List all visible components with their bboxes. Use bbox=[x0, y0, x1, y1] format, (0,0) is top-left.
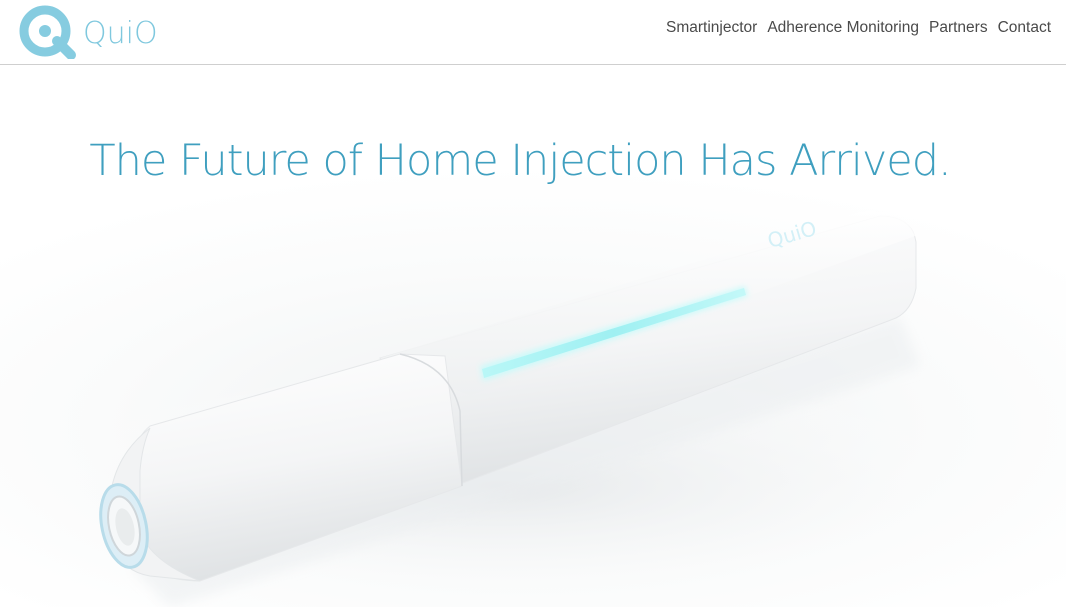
site-header: QuiO Smartinjector Adherence Monitoring … bbox=[0, 0, 1066, 65]
main-nav: Smartinjector Adherence Monitoring Partn… bbox=[666, 19, 1051, 37]
logo-link[interactable]: QuiO bbox=[17, 3, 158, 59]
nav-item-adherence-monitoring[interactable]: Adherence Monitoring bbox=[767, 19, 919, 37]
nav-item-smartinjector[interactable]: Smartinjector bbox=[666, 19, 757, 37]
hero-headline: The Future of Home Injection Has Arrived… bbox=[89, 136, 951, 186]
page: QuiO Smartinjector Adherence Monitoring … bbox=[0, 0, 1066, 607]
quio-logo-icon bbox=[19, 5, 76, 59]
logo-wordmark: QuiO bbox=[83, 15, 158, 51]
nav-item-contact[interactable]: Contact bbox=[998, 19, 1051, 37]
nav-item-partners[interactable]: Partners bbox=[929, 19, 988, 37]
hero-section: QuiO The Future of Home Injection Has Ar… bbox=[0, 66, 1066, 607]
